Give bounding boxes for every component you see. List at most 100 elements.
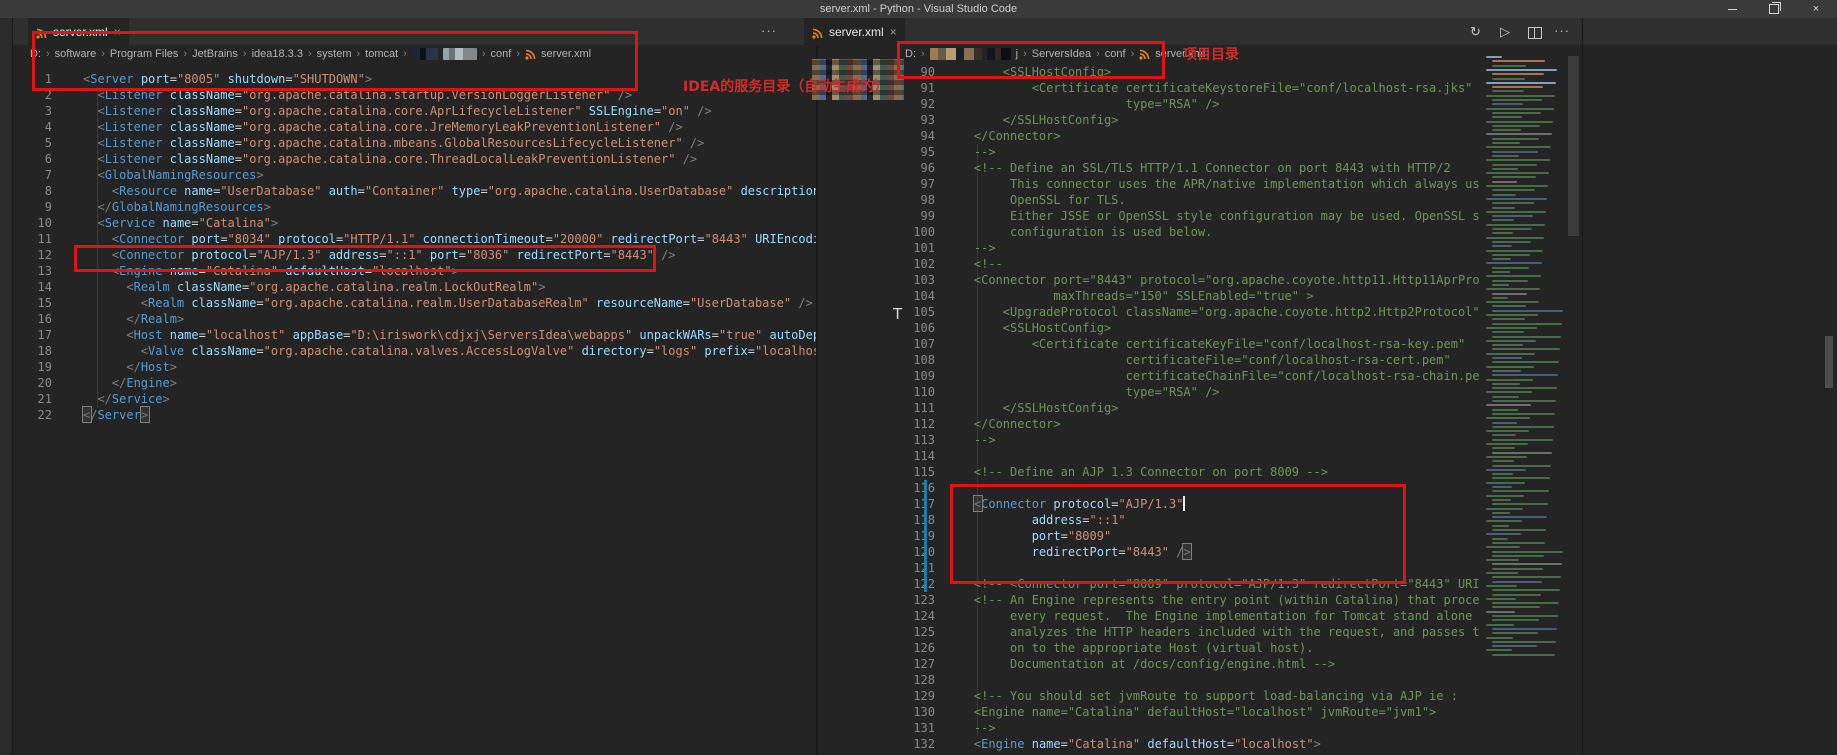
code-line[interactable]: 103 <Connector port="8443" protocol="org…: [818, 272, 1480, 288]
code-editor-left[interactable]: 1<Server port="8005" shutdown="SHUTDOWN"…: [12, 71, 816, 755]
code-line[interactable]: 102 <!--: [818, 256, 1480, 272]
code-line[interactable]: 113 -->: [818, 432, 1480, 448]
code-line[interactable]: 108 certificateFile="conf/localhost-rsa-…: [818, 352, 1480, 368]
code-line[interactable]: 127 Documentation at /docs/config/engine…: [818, 656, 1480, 672]
code-line[interactable]: 8 <Resource name="UserDatabase" auth="Co…: [12, 183, 816, 199]
code-line[interactable]: 93 </SSLHostConfig>: [818, 112, 1480, 128]
code-line[interactable]: 21 </Service>: [12, 391, 816, 407]
code-line[interactable]: 110 type="RSA" />: [818, 384, 1480, 400]
code-line[interactable]: 126 on to the appropriate Host (virtual …: [818, 640, 1480, 656]
code-editor-right[interactable]: 90 <SSLHostConfig>91 <Certificate certif…: [818, 64, 1480, 755]
code-line[interactable]: 10 <Service name="Catalina">: [12, 215, 816, 231]
tab-server-xml-right[interactable]: server.xml ×: [804, 18, 905, 45]
breadcrumb-segment[interactable]: D:: [905, 48, 916, 60]
more-actions-icon[interactable]: ···: [761, 23, 777, 38]
breadcrumb-segment[interactable]: server.xml: [541, 48, 591, 60]
code-line[interactable]: 22</Server>: [12, 407, 816, 423]
code-line[interactable]: 111 </SSLHostConfig>: [818, 400, 1480, 416]
breadcrumb-censored-segment[interactable]: [443, 48, 477, 60]
code-line[interactable]: 117 <Connector protocol="AJP/1.3": [818, 496, 1480, 512]
code-line[interactable]: 18 <Valve className="org.apache.catalina…: [12, 343, 816, 359]
tab-close-icon[interactable]: ×: [890, 26, 897, 38]
code-line[interactable]: 95 -->: [818, 144, 1480, 160]
code-line[interactable]: 96 <!-- Define an SSL/TLS HTTP/1.1 Conne…: [818, 160, 1480, 176]
code-line[interactable]: 116: [818, 480, 1480, 496]
code-line[interactable]: 106 <SSLHostConfig>: [818, 320, 1480, 336]
code-line[interactable]: 19 </Host>: [12, 359, 816, 375]
restore-button-icon[interactable]: [1753, 0, 1795, 18]
code-line[interactable]: 20 </Engine>: [12, 375, 816, 391]
code-line[interactable]: 130 <Engine name="Catalina" defaultHost=…: [818, 704, 1480, 720]
breadcrumb-segment[interactable]: tomcat: [365, 48, 398, 60]
code-line[interactable]: 3 <Listener className="org.apache.catali…: [12, 103, 816, 119]
code-line[interactable]: 12 <Connector protocol="AJP/1.3" address…: [12, 247, 816, 263]
code-line[interactable]: 6 <Listener className="org.apache.catali…: [12, 151, 816, 167]
breadcrumb-segment[interactable]: JetBrains: [192, 48, 238, 60]
code-line[interactable]: 92 type="RSA" />: [818, 96, 1480, 112]
code-line[interactable]: 121: [818, 560, 1480, 576]
breadcrumb-segment[interactable]: Program Files: [110, 48, 178, 60]
breadcrumb-segment[interactable]: idea18.3.3: [252, 48, 303, 60]
code-line[interactable]: 15 <Realm className="org.apache.catalina…: [12, 295, 816, 311]
code-line[interactable]: 13 <Engine name="Catalina" defaultHost="…: [12, 263, 816, 279]
code-line[interactable]: 112 </Connector>: [818, 416, 1480, 432]
code-line[interactable]: 14 <Realm className="org.apache.catalina…: [12, 279, 816, 295]
breadcrumb-segment[interactable]: conf: [491, 48, 512, 60]
minimap[interactable]: [1484, 56, 1568, 664]
more-actions-icon[interactable]: ···: [1554, 23, 1570, 38]
tab-close-icon[interactable]: ×: [114, 26, 121, 38]
code-line[interactable]: 11 <Connector port="8034" protocol="HTTP…: [12, 231, 816, 247]
code-line[interactable]: 120 redirectPort="8443" />: [818, 544, 1480, 560]
minimize-button-icon[interactable]: [1711, 0, 1753, 18]
sync-changes-icon[interactable]: ↻: [1470, 24, 1481, 40]
code-line[interactable]: 105 <UpgradeProtocol className="org.apac…: [818, 304, 1480, 320]
breadcrumb-right[interactable]: D:›j›ServersIdea›conf›server.xml: [905, 45, 1205, 63]
code-line[interactable]: 124 every request. The Engine implementa…: [818, 608, 1480, 624]
code-line[interactable]: 100 configuration is used below.: [818, 224, 1480, 240]
code-line[interactable]: 91 <Certificate certificateKeystoreFile=…: [818, 80, 1480, 96]
breadcrumb-segment[interactable]: D:: [30, 48, 41, 60]
code-line[interactable]: 115 <!-- Define an AJP 1.3 Connector on …: [818, 464, 1480, 480]
tab-server-xml-left[interactable]: server.xml ×: [28, 18, 129, 45]
breadcrumb-segment[interactable]: conf: [1105, 48, 1126, 60]
code-line[interactable]: 17 <Host name="localhost" appBase="D:\ir…: [12, 327, 816, 343]
code-line[interactable]: 97 This connector uses the APR/native im…: [818, 176, 1480, 192]
code-line[interactable]: 5 <Listener className="org.apache.catali…: [12, 135, 816, 151]
code-line[interactable]: 9 </GlobalNamingResources>: [12, 199, 816, 215]
code-line[interactable]: 131 -->: [818, 720, 1480, 736]
code-line[interactable]: 125 analyzes the HTTP headers included w…: [818, 624, 1480, 640]
breadcrumb-censored-segment[interactable]: [412, 48, 438, 60]
code-line[interactable]: 94 </Connector>: [818, 128, 1480, 144]
scrollbar-slider[interactable]: [1568, 56, 1579, 236]
breadcrumb-left[interactable]: D:›software›Program Files›JetBrains›idea…: [30, 45, 591, 63]
scrollbar-slider[interactable]: [1825, 336, 1833, 388]
breadcrumb-segment[interactable]: ServersIdea: [1032, 48, 1091, 60]
breadcrumb-segment[interactable]: software: [55, 48, 97, 60]
code-line[interactable]: 114: [818, 448, 1480, 464]
code-line[interactable]: 16 </Realm>: [12, 311, 816, 327]
run-icon[interactable]: ▷: [1500, 24, 1510, 40]
breadcrumb-segment[interactable]: system: [317, 48, 352, 60]
split-editor-icon[interactable]: [1528, 27, 1542, 39]
breadcrumb-censored-segment[interactable]: [930, 48, 982, 60]
code-line[interactable]: 128: [818, 672, 1480, 688]
code-line[interactable]: 109 certificateChainFile="conf/localhost…: [818, 368, 1480, 384]
code-line[interactable]: 119 port="8009": [818, 528, 1480, 544]
close-button-icon[interactable]: ×: [1795, 0, 1837, 18]
code-line[interactable]: 122 <!-- <Connector port="8009" protocol…: [818, 576, 1480, 592]
code-line[interactable]: 4 <Listener className="org.apache.catali…: [12, 119, 816, 135]
code-line[interactable]: 107 <Certificate certificateKeyFile="con…: [818, 336, 1480, 352]
code-line[interactable]: 99 Either JSSE or OpenSSL style configur…: [818, 208, 1480, 224]
code-line[interactable]: 104 maxThreads="150" SSLEnabled="true" >: [818, 288, 1480, 304]
code-line[interactable]: 132 <Engine name="Catalina" defaultHost=…: [818, 736, 1480, 752]
code-line[interactable]: 7 <GlobalNamingResources>: [12, 167, 816, 183]
code-line[interactable]: 118 address="::1": [818, 512, 1480, 528]
code-line[interactable]: 101 -->: [818, 240, 1480, 256]
code-line[interactable]: 123 <!-- An Engine represents the entry …: [818, 592, 1480, 608]
line-number: 5: [12, 135, 52, 151]
code-line[interactable]: 98 OpenSSL for TLS.: [818, 192, 1480, 208]
code-line[interactable]: 129 <!-- You should set jvmRoute to supp…: [818, 688, 1480, 704]
breadcrumb-segment[interactable]: j: [1016, 48, 1018, 60]
code-line[interactable]: 90 <SSLHostConfig>: [818, 64, 1480, 80]
breadcrumb-censored-segment[interactable]: [987, 48, 1011, 60]
